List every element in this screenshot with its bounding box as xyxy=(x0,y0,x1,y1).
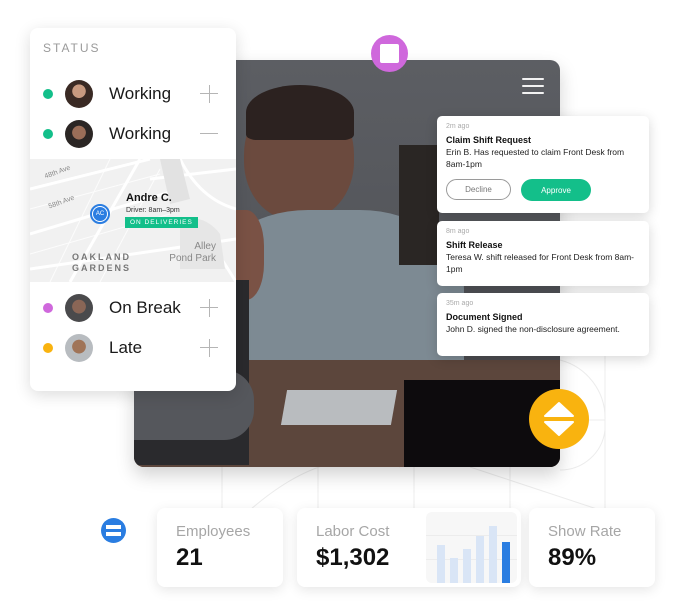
notification-title: Claim Shift Request xyxy=(446,135,532,145)
status-panel-title: STATUS xyxy=(43,41,101,55)
status-dot xyxy=(43,343,53,353)
status-row[interactable]: On Break xyxy=(30,290,236,326)
stat-value: 89% xyxy=(548,544,597,571)
chart-gridline xyxy=(426,535,517,536)
notification-time: 2m ago xyxy=(446,123,470,130)
photo-chair xyxy=(399,145,439,265)
map-view[interactable]: 48th Ave 58th Ave AC Andre C. Driver: 8a… xyxy=(30,159,236,282)
avatar xyxy=(65,80,93,108)
plus-icon[interactable] xyxy=(200,299,218,317)
on-deliveries-badge: ON DELIVERIES xyxy=(125,217,198,228)
map-area-label-line: OAKLAND xyxy=(72,252,131,262)
stat-label: Show Rate xyxy=(548,523,622,540)
map-park-label: Alley Pond Park xyxy=(164,241,216,265)
notification-card: 8m ago Shift Release Teresa W. shift rel… xyxy=(437,221,649,286)
status-dot xyxy=(43,303,53,313)
notification-card: 2m ago Claim Shift Request Erin B. Has r… xyxy=(437,116,649,213)
plus-icon[interactable] xyxy=(200,339,218,357)
notification-time: 35m ago xyxy=(446,300,474,307)
minus-icon[interactable] xyxy=(200,125,218,143)
stat-card-show-rate: Show Rate 89% xyxy=(529,508,655,587)
notification-body: Erin B. Has requested to claim Front Des… xyxy=(446,147,625,169)
notification-card: 35m ago Document Signed John D. signed t… xyxy=(437,293,649,356)
status-row[interactable]: Late xyxy=(30,330,236,366)
map-area-label: OAKLAND GARDENS xyxy=(72,252,131,274)
decline-button[interactable]: Decline xyxy=(446,179,511,200)
equals-icon xyxy=(101,518,126,543)
hamburger-menu-button[interactable] xyxy=(522,78,544,94)
chart-bar xyxy=(437,545,445,583)
notification-body: Teresa W. shift released for Front Desk … xyxy=(446,252,635,274)
avatar xyxy=(65,120,93,148)
status-label: Late xyxy=(109,338,143,357)
approve-button[interactable]: Approve xyxy=(521,179,591,201)
map-area-label-line: GARDENS xyxy=(72,263,132,273)
status-panel: STATUS Working Working 48th Ave 58th Ave… xyxy=(30,28,236,391)
stat-label: Labor Cost xyxy=(316,523,390,540)
status-label: Working xyxy=(109,124,172,143)
chart-bar xyxy=(463,549,471,583)
stat-value: 21 xyxy=(176,544,203,571)
notification-time: 8m ago xyxy=(446,228,470,235)
avatar xyxy=(65,334,93,362)
plus-icon[interactable] xyxy=(200,85,218,103)
stat-label: Employees xyxy=(176,523,251,540)
status-label: Working xyxy=(109,84,172,103)
photo-person-hair xyxy=(246,85,354,140)
pin-initials: AC xyxy=(93,207,107,221)
chart-bar xyxy=(450,558,458,583)
photo-keyboard xyxy=(280,390,398,425)
notification-body: John D. signed the non-disclosure agreem… xyxy=(446,324,620,334)
status-row[interactable]: Working xyxy=(30,76,236,112)
map-park-label-line: Alley xyxy=(194,241,216,252)
driver-location-pin[interactable]: AC xyxy=(90,204,110,224)
stat-value: $1,302 xyxy=(316,544,390,571)
map-park-label-line: Pond Park xyxy=(169,253,216,264)
chart-bar xyxy=(502,542,510,583)
notification-title: Shift Release xyxy=(446,240,503,250)
notification-title: Document Signed xyxy=(446,312,523,322)
status-label: On Break xyxy=(109,298,181,317)
driver-shift: Driver: 8am–3pm xyxy=(126,207,180,214)
chart-bar xyxy=(489,526,497,583)
status-dot xyxy=(43,129,53,139)
chart-bar xyxy=(476,536,484,583)
square-icon xyxy=(371,35,408,72)
status-dot xyxy=(43,89,53,99)
status-row[interactable]: Working xyxy=(30,116,236,152)
sort-arrows-icon xyxy=(529,389,589,449)
avatar xyxy=(65,294,93,322)
driver-name: Andre C. xyxy=(126,192,172,204)
stat-card-employees: Employees 21 xyxy=(157,508,283,587)
labor-cost-mini-chart xyxy=(426,512,517,583)
